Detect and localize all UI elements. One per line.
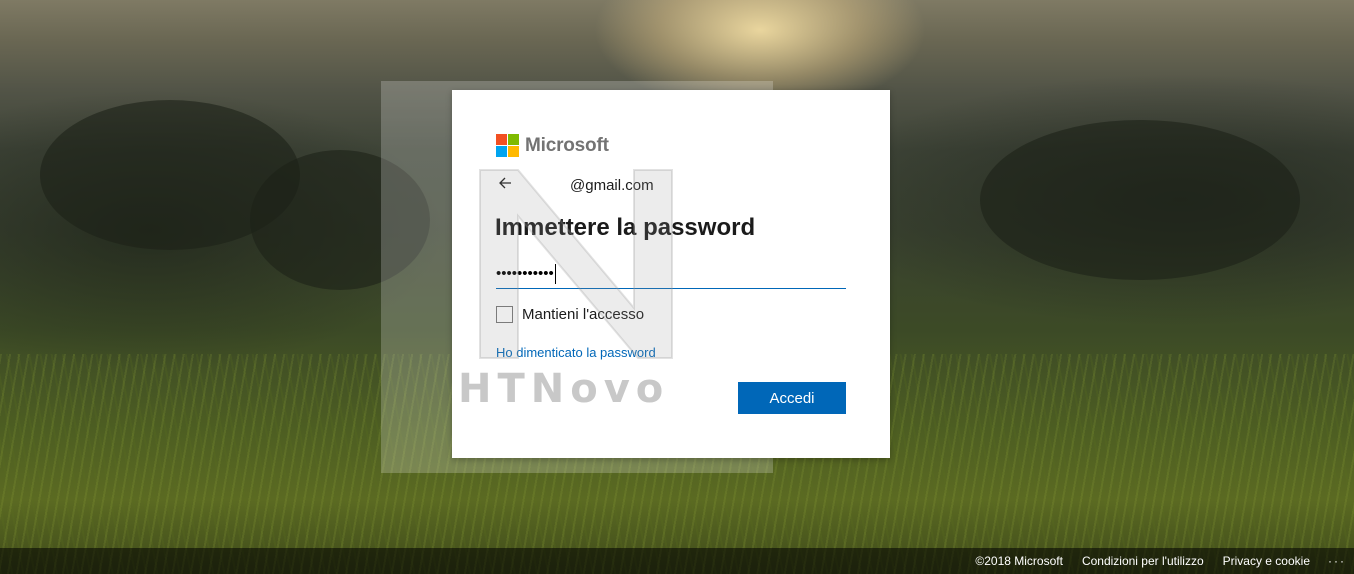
page-title: Immettere la password — [495, 214, 756, 241]
account-email: @gmail.com — [570, 176, 654, 194]
password-mask: ••••••••••• — [496, 265, 554, 282]
identity-banner: @gmail.com — [498, 176, 654, 194]
watermark-text: HTNovo — [458, 366, 670, 412]
logo-text: Microsoft — [525, 134, 609, 156]
privacy-link[interactable]: Privacy e cookie — [1223, 554, 1310, 568]
keep-signed-in-label: Mantieni l'accesso — [522, 306, 645, 323]
microsoft-logo: Microsoft — [496, 134, 609, 157]
terms-link[interactable]: Condizioni per l'utilizzo — [1082, 554, 1204, 568]
background-hill — [980, 120, 1300, 280]
checkbox-box[interactable] — [496, 306, 513, 323]
text-caret — [554, 264, 556, 285]
microsoft-logo-icon — [496, 134, 519, 157]
sign-in-button[interactable]: Accedi — [738, 382, 846, 414]
more-options-icon[interactable]: ··· — [1328, 554, 1346, 568]
footer-bar: ©2018 Microsoft Condizioni per l'utilizz… — [0, 548, 1354, 574]
copyright-text: ©2018 Microsoft — [975, 554, 1063, 568]
forgot-password-link[interactable]: Ho dimenticato la password — [496, 345, 656, 360]
keep-signed-in-checkbox[interactable]: Mantieni l'accesso — [496, 306, 644, 323]
password-input[interactable]: ••••••••••• — [496, 260, 846, 289]
arrow-left-icon[interactable] — [498, 176, 516, 194]
